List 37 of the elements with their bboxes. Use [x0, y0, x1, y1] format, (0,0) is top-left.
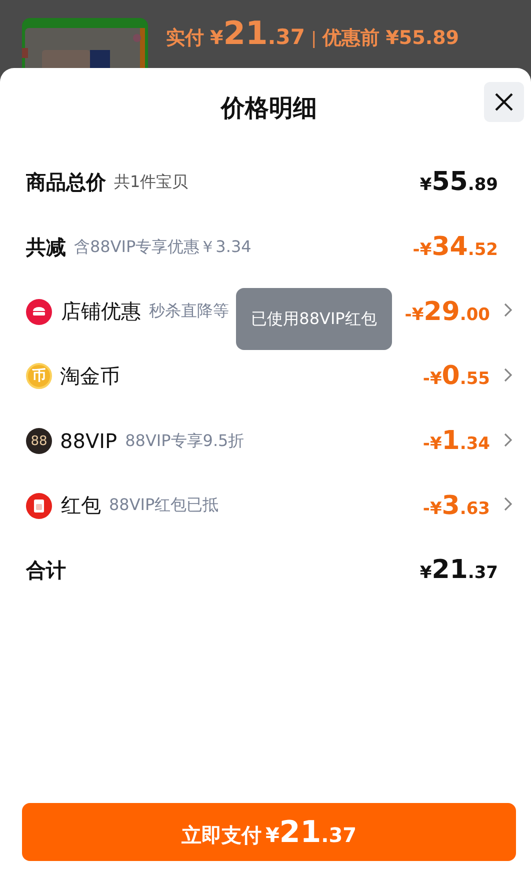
- discount-label: 店铺优惠: [61, 298, 141, 326]
- close-icon: [494, 92, 514, 112]
- price-note: 88VIP红包已抵: [109, 495, 219, 516]
- shop-icon: [26, 298, 52, 325]
- price-note: 秒杀直降等: [149, 301, 229, 322]
- price-note: 含88VIP专享优惠￥3.34: [74, 236, 252, 258]
- chevron-icon: [504, 432, 512, 447]
- price-label: 合计: [26, 556, 66, 584]
- discount-label: 红包: [61, 492, 101, 520]
- chevron-icon: [504, 497, 512, 512]
- discount-label: 88VIP: [60, 429, 118, 454]
- original-price: ¥55.89: [386, 27, 460, 49]
- price-note: 共1件宝贝: [114, 172, 188, 193]
- toast-message: 已使用88VIP红包: [236, 288, 392, 350]
- discount-amount: -¥29.00: [404, 296, 490, 327]
- coin-icon: 币: [26, 363, 52, 390]
- vip-badge-icon: 88: [26, 428, 52, 454]
- chevron-icon: [504, 368, 512, 382]
- discount-amount: -¥3.63: [422, 490, 490, 521]
- price-label: 共减: [26, 234, 66, 261]
- price-note: 88VIP专享9.5折: [125, 430, 244, 452]
- separator: |: [310, 29, 317, 49]
- discount-amount: -¥1.34: [422, 426, 490, 456]
- discount-amount: -¥0.55: [422, 361, 490, 392]
- price-amount: ¥21.37: [420, 555, 498, 586]
- chevron-icon: [504, 303, 512, 318]
- close-button[interactable]: [484, 82, 524, 122]
- price-label: 商品总价: [26, 168, 106, 196]
- sheet-title: 价格明细: [221, 93, 317, 124]
- envelope-icon: [26, 492, 52, 519]
- discount-label: 淘金币: [60, 362, 120, 390]
- paid-label: 实付: [166, 26, 204, 51]
- reduction-amount: -¥34.52: [412, 232, 498, 262]
- original-price-label: 优惠前: [322, 26, 380, 51]
- paid-amount: ¥21.37: [210, 14, 305, 52]
- pay-button[interactable]: 立即支付 ¥21.37: [22, 803, 516, 861]
- price-amount: ¥55.89: [420, 167, 498, 198]
